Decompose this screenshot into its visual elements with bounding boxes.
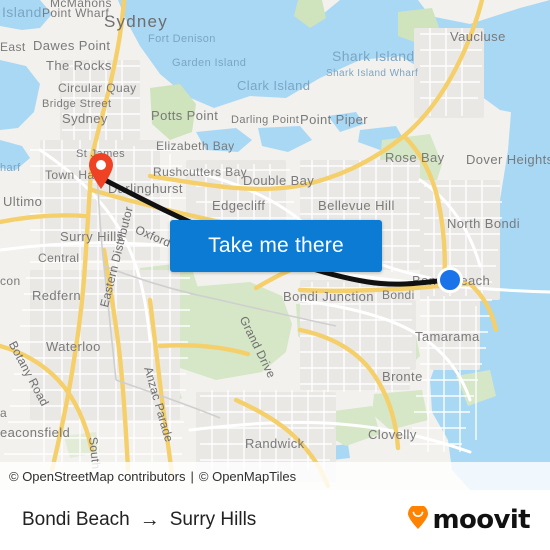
- moovit-logo[interactable]: moovit: [407, 503, 531, 535]
- take-me-there-button[interactable]: Take me there: [170, 220, 382, 272]
- route-summary: Bondi Beach → Surry Hills: [22, 509, 256, 532]
- moovit-wordmark: moovit: [432, 505, 530, 535]
- arrow-icon: →: [139, 508, 160, 531]
- moovit-pin-icon: [407, 503, 429, 535]
- map-canvas[interactable]: Island McMahons Point Wharf Sydney Fort Deni…: [0, 0, 550, 490]
- attribution-openmaptiles[interactable]: © OpenMapTiles: [199, 469, 296, 484]
- moovit-trip-screen: Island McMahons Point Wharf Sydney Fort Deni…: [0, 0, 550, 550]
- origin-label: Bondi Beach: [22, 509, 130, 530]
- origin-map-pin[interactable]: [87, 152, 115, 190]
- trip-footer: Bondi Beach → Surry Hills moovit: [0, 490, 550, 550]
- attribution-separator: |: [190, 468, 194, 484]
- map-attribution: © OpenStreetMap contributors | © OpenMap…: [0, 462, 550, 490]
- destination-label: Surry Hills: [169, 509, 257, 530]
- attribution-osm[interactable]: © OpenStreetMap contributors: [9, 469, 186, 484]
- destination-map-dot[interactable]: [437, 267, 463, 293]
